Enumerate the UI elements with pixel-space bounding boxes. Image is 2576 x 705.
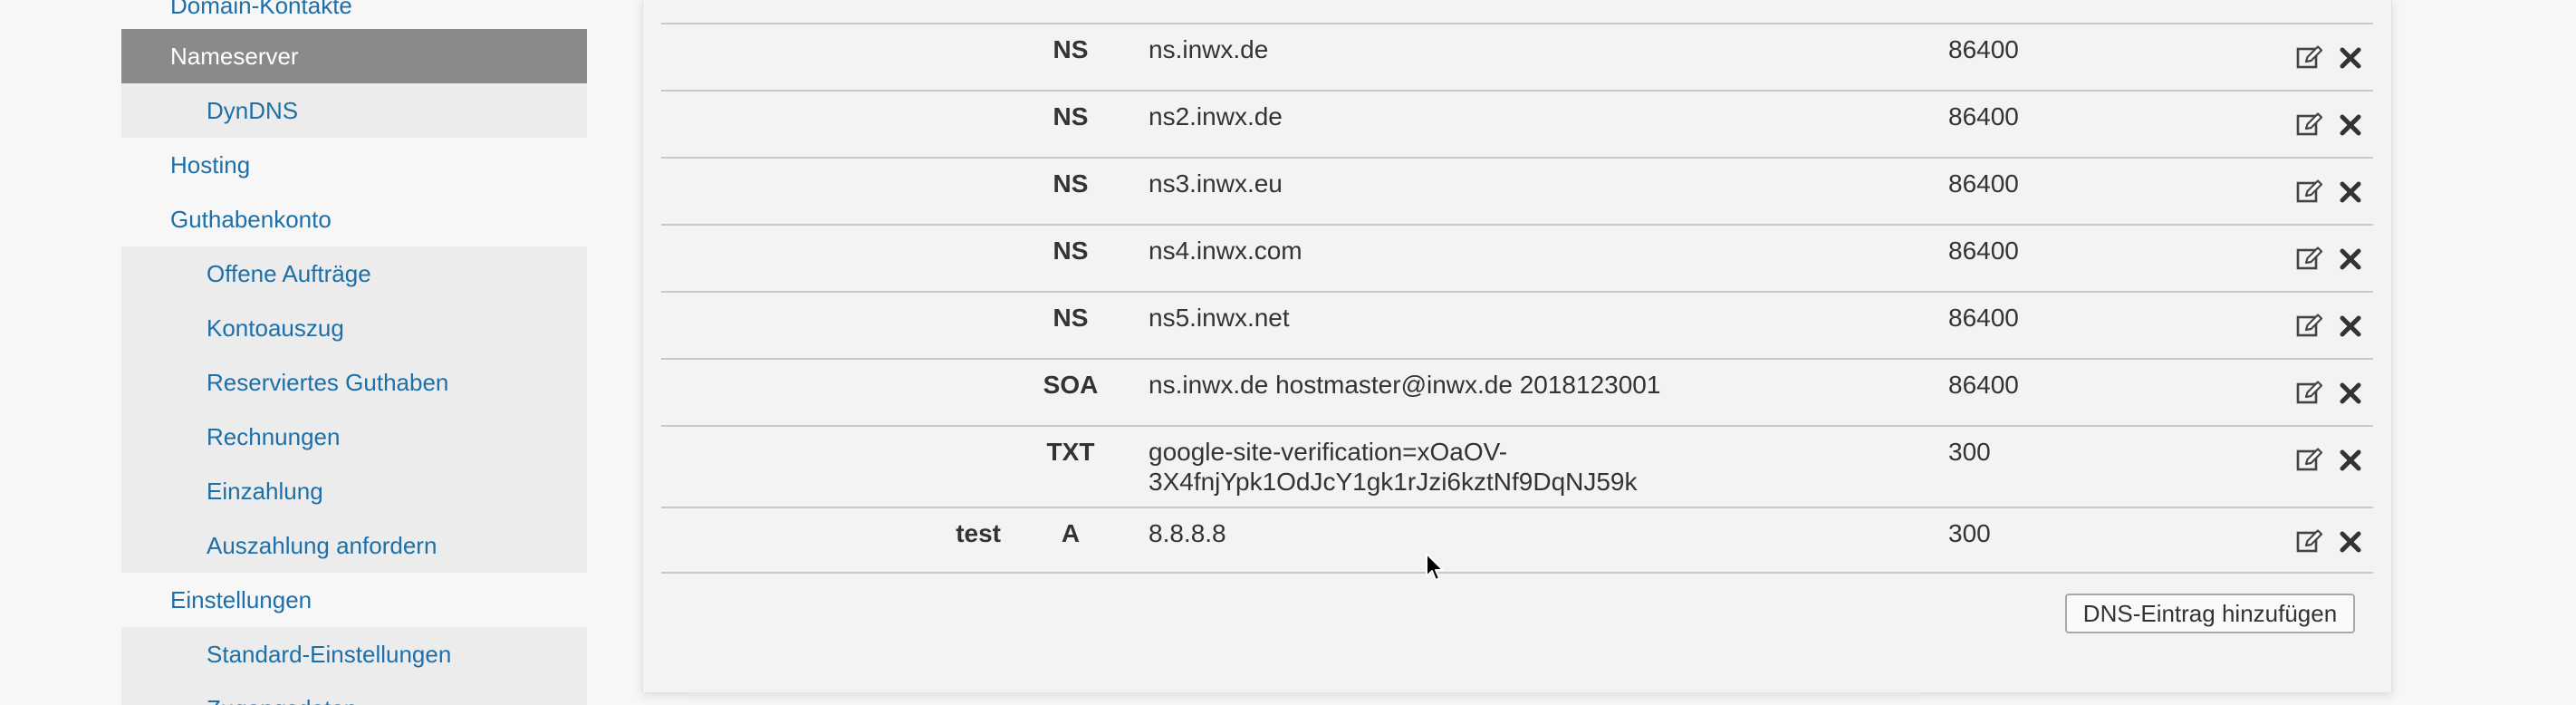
sidebar-item-zugangsdaten[interactable]: Zugangsdaten (121, 681, 587, 705)
record-ttl: 86400 (1948, 304, 2019, 332)
sidebar-item-nameserver[interactable]: Nameserver (121, 29, 587, 83)
record-type: NS (1053, 169, 1089, 198)
mouse-cursor-icon (1426, 553, 1444, 581)
edit-icon[interactable] (2295, 178, 2324, 207)
sidebar-item-kontoauszug[interactable]: Kontoauszug (121, 301, 587, 355)
record-value: ns4.inwx.com (1149, 237, 1302, 265)
sidebar-item-label: Rechnungen (207, 422, 341, 450)
record-value: 8.8.8.8 (1149, 519, 1226, 547)
sidebar-item-label: Reserviertes Guthaben (207, 368, 449, 396)
delete-icon[interactable] (2336, 379, 2365, 408)
sidebar-item-hosting[interactable]: Hosting (121, 138, 587, 192)
record-type: NS (1053, 304, 1089, 332)
record-ttl: 300 (1948, 519, 1991, 547)
edit-icon[interactable] (2295, 379, 2324, 408)
record-value: ns.inwx.de hostmaster@inwx.de 2018123001 (1149, 371, 1661, 399)
sidebar-item-label: Kontoauszug (207, 314, 344, 342)
record-type: A (1061, 519, 1081, 547)
record-value-continued: 3X4fnjYpk1OdJcY1gk1rJzi6kztNf9DqNJ59k (1149, 468, 1638, 496)
add-dns-record-button[interactable]: DNS-Eintrag hinzufügen (2065, 594, 2355, 633)
sidebar-item-label: Offene Aufträge (207, 259, 371, 287)
sidebar-item-guthabenkonto[interactable]: Guthabenkonto (121, 192, 587, 246)
row-divider (661, 90, 2373, 92)
sidebar-nav: Domain-Kontakte Nameserver DynDNS Hostin… (121, 0, 587, 705)
sidebar-item-dyndns[interactable]: DynDNS (121, 83, 587, 138)
sidebar-item-label: Standard-Einstellungen (207, 640, 452, 668)
dns-records-panel: NS ns.inwx.de 86400 NS ns2.inwx.de 86400 NS ns3… (642, 0, 2392, 692)
row-divider (661, 157, 2373, 159)
sidebar-item-einstellungen[interactable]: Einstellungen (121, 573, 587, 627)
row-divider (661, 23, 2373, 24)
sidebar-item-label: Zugangsdaten (207, 695, 357, 705)
edit-icon[interactable] (2295, 111, 2324, 140)
edit-icon[interactable] (2295, 446, 2324, 475)
record-ttl: 86400 (1948, 237, 2019, 265)
sidebar-item-rechnungen[interactable]: Rechnungen (121, 410, 587, 464)
record-value: google-site-verification=xOaOV- (1149, 438, 1508, 466)
row-divider (661, 224, 2373, 226)
record-type: SOA (1043, 371, 1099, 399)
sidebar-item-label: Einzahlung (207, 477, 323, 505)
record-name: test (956, 519, 1001, 547)
sidebar-item-label: Guthabenkonto (170, 205, 332, 233)
delete-icon[interactable] (2336, 312, 2365, 341)
row-divider (661, 358, 2373, 360)
record-value: ns3.inwx.eu (1149, 169, 1283, 198)
sidebar-item-label: Auszahlung anfordern (207, 531, 437, 559)
delete-icon[interactable] (2336, 178, 2365, 207)
edit-icon[interactable] (2295, 245, 2324, 274)
sidebar-item-label: DynDNS (207, 96, 299, 124)
delete-icon[interactable] (2336, 446, 2365, 475)
sidebar-item-reserviertes-guthaben[interactable]: Reserviertes Guthaben (121, 355, 587, 410)
delete-icon[interactable] (2336, 245, 2365, 274)
row-divider (661, 425, 2373, 427)
delete-icon[interactable] (2336, 527, 2365, 556)
row-divider (661, 572, 2373, 574)
delete-icon[interactable] (2336, 43, 2365, 72)
record-value: ns.inwx.de (1149, 35, 1269, 63)
record-type: TXT (1046, 438, 1095, 466)
record-ttl: 86400 (1948, 35, 2019, 63)
sidebar-item-einzahlung[interactable]: Einzahlung (121, 464, 587, 518)
sidebar-item-label: Nameserver (170, 42, 299, 70)
record-value: ns2.inwx.de (1149, 102, 1283, 130)
row-divider (661, 507, 2373, 508)
record-ttl: 86400 (1948, 102, 2019, 130)
record-type: NS (1053, 102, 1089, 130)
record-ttl: 300 (1948, 438, 1991, 466)
sidebar-item-label: Domain-Kontakte (170, 0, 352, 19)
edit-icon[interactable] (2295, 312, 2324, 341)
record-ttl: 86400 (1948, 371, 2019, 399)
edit-icon[interactable] (2295, 43, 2324, 72)
sidebar-item-standard-einstellungen[interactable]: Standard-Einstellungen (121, 627, 587, 681)
sidebar-item-label: Einstellungen (170, 585, 312, 613)
record-type: NS (1053, 237, 1089, 265)
record-type: NS (1053, 35, 1089, 63)
sidebar-item-domain-kontakte[interactable]: Domain-Kontakte (121, 0, 587, 33)
panel-shadow (688, 692, 1920, 705)
record-ttl: 86400 (1948, 169, 2019, 198)
sidebar-item-offene-auftraege[interactable]: Offene Aufträge (121, 246, 587, 301)
sidebar-item-label: Hosting (170, 150, 251, 179)
row-divider (661, 291, 2373, 293)
record-value: ns5.inwx.net (1149, 304, 1290, 332)
edit-icon[interactable] (2295, 527, 2324, 556)
delete-icon[interactable] (2336, 111, 2365, 140)
sidebar-item-auszahlung-anfordern[interactable]: Auszahlung anfordern (121, 518, 587, 573)
